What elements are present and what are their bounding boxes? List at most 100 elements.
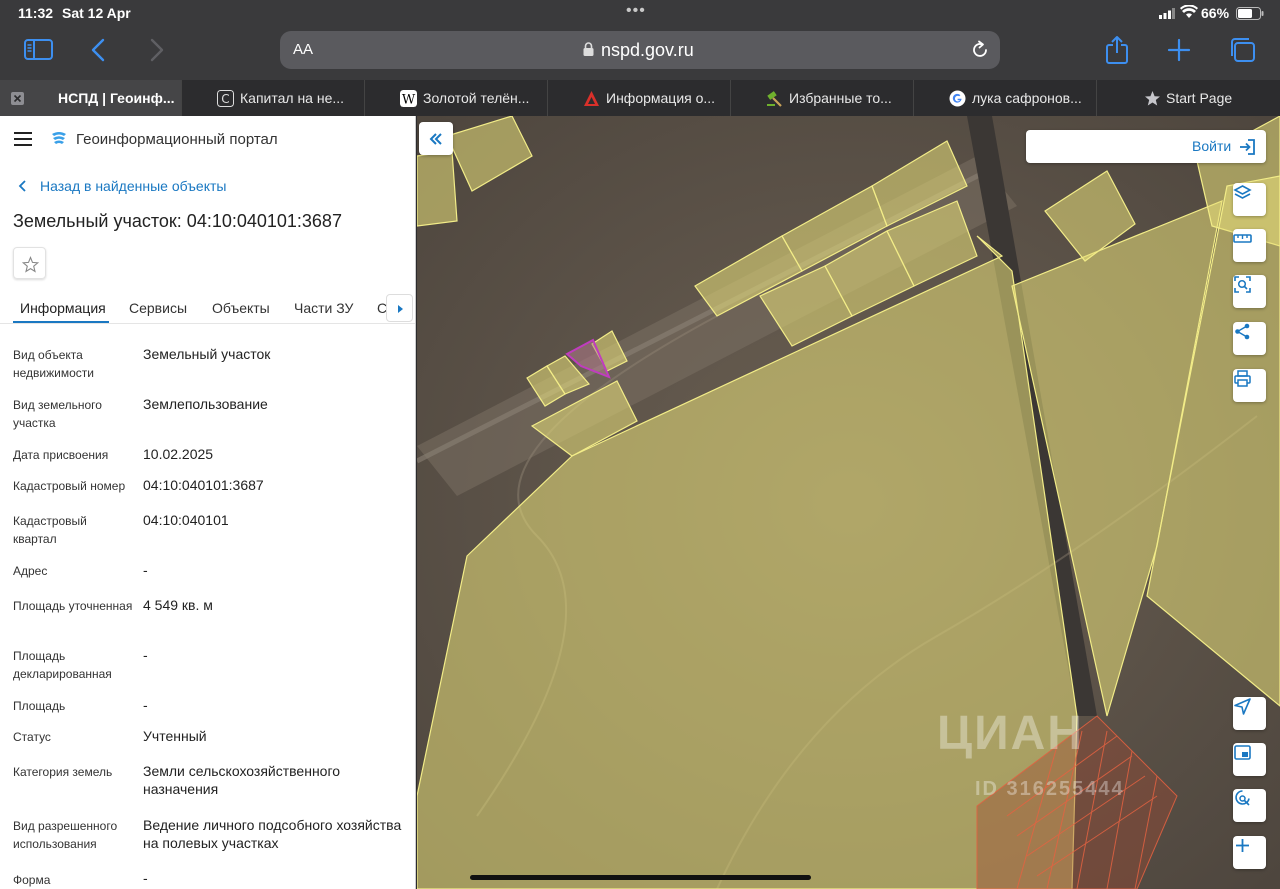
share-icon[interactable] — [1100, 34, 1134, 66]
svg-text:C: C — [221, 92, 229, 106]
browser-tab[interactable]: Информация о... — [549, 80, 731, 116]
status-date: Sat 12 Apr — [62, 5, 131, 21]
page-title: Земельный участок: 04:10:040101:3687 — [13, 211, 342, 231]
tab-parts[interactable]: Части ЗУ — [294, 300, 353, 316]
row-value: 04:10:040101 — [143, 512, 229, 528]
svg-text:W: W — [402, 93, 416, 108]
sidebar-toggle-icon[interactable] — [22, 34, 56, 66]
row-value: Учтенный — [143, 728, 207, 744]
tab-title: Капитал на не... — [240, 90, 345, 106]
tab-title: Избранные то... — [789, 90, 892, 106]
wifi-icon — [1180, 5, 1198, 18]
login-button[interactable]: Войти — [1026, 130, 1266, 163]
location-target-icon — [1235, 790, 1250, 806]
tab-title: Информация о... — [606, 90, 716, 106]
browser-tab[interactable]: лука сафронов... — [915, 80, 1097, 116]
row-label: Вид земельного участка — [13, 398, 102, 430]
layers-button[interactable] — [1233, 183, 1266, 216]
row-value: Землепользование — [143, 396, 268, 412]
map-view[interactable]: ЦИАН ID 316255444 Войти — [417, 116, 1280, 889]
row-label: Статус — [13, 730, 51, 744]
row-label: Форма — [13, 873, 51, 887]
address-bar[interactable]: AA nspd.gov.ru — [280, 31, 1000, 69]
cellular-signal-icon — [1159, 8, 1175, 19]
cian-watermark: ЦИАН — [937, 707, 1084, 760]
c-favicon-icon: C — [217, 90, 234, 107]
browser-chrome: 11:32 Sat 12 Apr ••• 66% AA nspd.gov.ru … — [0, 0, 1280, 116]
red-logo-icon — [584, 91, 599, 106]
navigation-arrow-icon — [1234, 698, 1251, 715]
row-value: - — [143, 697, 148, 713]
tab-information[interactable]: Информация — [20, 300, 106, 316]
collapse-panel-button[interactable] — [419, 122, 453, 155]
portal-name: Геоинформационный портал — [76, 131, 278, 148]
reader-settings-button[interactable]: AA — [293, 41, 313, 58]
row-value: Земли сельскохозяйственного назначения — [143, 763, 341, 797]
new-tab-icon[interactable] — [1162, 34, 1196, 66]
row-label: Вид разрешенного использования — [13, 819, 118, 851]
browser-tab[interactable]: Избранные то... — [732, 80, 914, 116]
hamburger-menu-icon[interactable] — [14, 132, 32, 146]
row-label: Кадастровый номер — [13, 479, 126, 493]
home-indicator[interactable] — [470, 875, 811, 880]
tab-services[interactable]: Сервисы — [129, 300, 187, 316]
browser-tab[interactable]: Start Page — [1098, 80, 1280, 116]
row-label: Кадастровый квартал — [13, 514, 87, 546]
favorite-button[interactable] — [13, 247, 46, 279]
layers-icon — [1233, 185, 1252, 199]
forward-arrow-icon[interactable] — [140, 34, 174, 66]
geolocate-button[interactable] — [1233, 789, 1266, 822]
my-location-button[interactable] — [1233, 697, 1266, 730]
area-select-button[interactable] — [1233, 275, 1266, 308]
row-label: Площадь — [13, 699, 66, 713]
browser-tab[interactable]: НСПД | Геоинф... — [0, 80, 182, 116]
login-label: Войти — [1192, 138, 1232, 154]
measure-button[interactable] — [1233, 229, 1266, 262]
row-value: - — [143, 647, 148, 663]
chevron-left-icon[interactable] — [18, 179, 28, 193]
star-icon — [1145, 91, 1160, 106]
back-arrow-icon[interactable] — [82, 34, 116, 66]
close-tab-icon[interactable] — [11, 92, 24, 105]
print-button[interactable] — [1233, 369, 1266, 402]
browser-tab-bar: НСПД | Геоинф... C Капитал на не... W Зо… — [0, 80, 1280, 116]
row-value: 04:10:040101:3687 — [143, 477, 264, 493]
active-tab-indicator — [13, 321, 109, 323]
tab-title: Золотой телён... — [423, 90, 530, 106]
zoom-in-button[interactable] — [1233, 836, 1266, 869]
tab-objects[interactable]: Объекты — [212, 300, 270, 316]
tabs-scroll-right-button[interactable] — [386, 294, 413, 322]
battery-icon — [1236, 7, 1264, 20]
tab-title: лука сафронов... — [972, 90, 1082, 106]
plus-icon — [1236, 839, 1249, 852]
battery-percent: 66% — [1201, 5, 1230, 21]
status-bar: 11:32 Sat 12 Apr ••• 66% — [0, 0, 1280, 26]
browser-tab[interactable]: W Золотой телён... — [366, 80, 548, 116]
caret-right-icon — [398, 305, 403, 313]
hammer-icon — [767, 91, 782, 107]
row-label: Категория земель — [13, 765, 113, 779]
minimap-button[interactable] — [1233, 743, 1266, 776]
back-to-results-link[interactable]: Назад в найденные объекты — [40, 178, 226, 194]
row-label: Вид объекта недвижимости — [13, 348, 94, 380]
share-nodes-icon — [1235, 323, 1250, 340]
multitasking-dots-icon[interactable]: ••• — [626, 2, 646, 20]
portal-logo-icon — [52, 132, 66, 144]
row-value: - — [143, 870, 148, 886]
tabs-divider — [0, 323, 415, 324]
lock-icon — [583, 42, 594, 56]
row-label: Адрес — [13, 564, 48, 578]
url-text[interactable]: nspd.gov.ru — [601, 40, 694, 61]
row-value: - — [143, 562, 148, 578]
tab-overview-icon[interactable] — [1226, 34, 1260, 66]
satellite-map-layer — [417, 116, 1280, 889]
select-area-icon — [1234, 276, 1251, 293]
browser-tab[interactable]: C Капитал на не... — [183, 80, 365, 116]
row-value: Ведение личного подсобного хозяйства на … — [143, 817, 402, 851]
status-time: 11:32 — [18, 5, 54, 21]
tab-title: Start Page — [1166, 90, 1233, 106]
row-label: Площадь декларированная — [13, 649, 112, 681]
row-value: Земельный участок — [143, 346, 271, 362]
reload-icon[interactable] — [970, 40, 990, 60]
share-map-button[interactable] — [1233, 322, 1266, 355]
